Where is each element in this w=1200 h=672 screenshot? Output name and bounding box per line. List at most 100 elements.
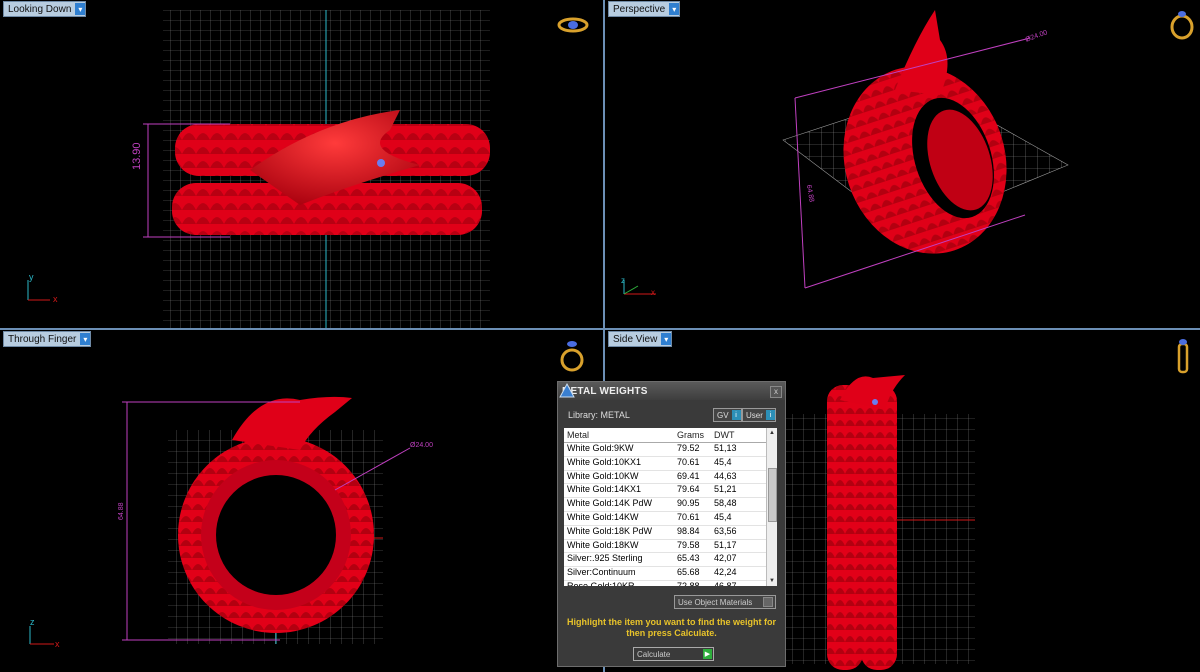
cell-metal: White Gold:14KW xyxy=(567,511,639,522)
cell-metal: Rose Gold:10KR xyxy=(567,580,635,586)
cell-grams: 90.95 xyxy=(677,498,700,509)
table-row[interactable]: Silver:Continuum 65.68 42,24 xyxy=(564,567,777,581)
axis-z-label: z xyxy=(30,617,35,627)
table-row[interactable]: White Gold:14KW 70.61 45,4 xyxy=(564,512,777,526)
checkbox-icon[interactable] xyxy=(763,597,773,607)
ring-orientation-icon[interactable] xyxy=(557,336,587,374)
gem xyxy=(377,159,385,167)
metal-table[interactable]: Metal Grams DWT White Gold:9KW 79.52 51,13… xyxy=(564,428,777,586)
ring-orientation-icon[interactable] xyxy=(1167,6,1197,40)
info-icon[interactable]: i xyxy=(765,410,775,420)
chevron-down-icon[interactable]: ▾ xyxy=(80,333,91,345)
table-row[interactable]: White Gold:10KX1 70.61 45,4 xyxy=(564,457,777,471)
cell-metal: White Gold:10KX1 xyxy=(567,456,642,467)
viewport-label-through-finger[interactable]: Through Finger ▾ xyxy=(3,331,92,347)
cell-dwt: 51,13 xyxy=(714,443,737,453)
cell-metal: White Gold:14K PdW xyxy=(567,498,653,509)
col-dwt-header[interactable]: DWT xyxy=(714,428,762,442)
cell-metal: White Gold:14KX1 xyxy=(567,484,642,495)
dimension-label: 13.90 xyxy=(131,142,143,170)
table-row[interactable]: Silver:.925 Sterling 65.43 42,07 xyxy=(564,553,777,568)
cell-metal: White Gold:18KW xyxy=(567,539,639,550)
play-icon[interactable]: ▶ xyxy=(703,649,712,659)
table-row[interactable]: White Gold:18KW 79.58 51,17 xyxy=(564,540,777,554)
cell-metal: White Gold:9KW xyxy=(567,443,634,453)
library-label: Library: METAL xyxy=(568,410,630,420)
dragon-head xyxy=(895,10,948,95)
ring-side-right xyxy=(861,385,897,670)
viewport-through-finger[interactable]: Ø24.00 64.88 Through Finger ▾ z x xyxy=(0,330,603,672)
ring-orientation-icon[interactable] xyxy=(556,15,590,35)
cell-grams: 79.52 xyxy=(677,443,700,453)
gv-button[interactable]: GV i xyxy=(713,408,742,422)
height-label: 64.88 xyxy=(118,502,125,520)
chevron-down-icon[interactable]: ▾ xyxy=(75,3,86,15)
cell-dwt: 63,56 xyxy=(714,525,737,536)
instruction-text: Highlight the item you want to find the … xyxy=(567,617,776,638)
viewport-label-side-view[interactable]: Side View ▾ xyxy=(608,331,673,347)
through-finger-scene xyxy=(122,396,411,644)
table-header: Metal Grams DWT xyxy=(564,428,777,443)
cell-dwt: 58,48 xyxy=(714,498,737,509)
ring-hole xyxy=(216,475,336,595)
cell-grams: 79.64 xyxy=(677,484,700,495)
use-object-materials-checkbox[interactable]: Use Object Materials xyxy=(674,595,776,609)
cell-grams: 72.88 xyxy=(677,580,700,586)
looking-down-scene xyxy=(143,10,490,328)
perspective-scene xyxy=(782,10,1069,289)
col-grams-header[interactable]: Grams xyxy=(677,428,714,442)
cell-grams: 70.61 xyxy=(677,511,700,522)
panel-title-bar[interactable]: METAL WEIGHTS x xyxy=(558,382,785,400)
cell-dwt: 42,07 xyxy=(714,553,737,564)
user-button[interactable]: User i xyxy=(742,408,776,422)
cell-metal: Silver:Continuum xyxy=(567,567,636,578)
scroll-down-icon[interactable]: ▼ xyxy=(767,576,777,586)
close-button[interactable]: x xyxy=(770,386,782,398)
table-row[interactable]: Rose Gold:10KR 72.88 46,87 xyxy=(564,581,777,586)
cell-dwt: 51,17 xyxy=(714,539,737,550)
cell-dwt: 44,63 xyxy=(714,470,737,481)
ring-side-left xyxy=(827,385,863,670)
axis-x-label: x xyxy=(651,288,655,297)
scroll-up-icon[interactable]: ▲ xyxy=(767,428,777,438)
table-row[interactable]: White Gold:14K PdW 90.95 58,48 xyxy=(564,498,777,512)
cell-dwt: 46,87 xyxy=(714,580,737,586)
cell-metal: White Gold:10KW xyxy=(567,470,639,481)
col-metal-header[interactable]: Metal xyxy=(564,428,677,442)
cell-dwt: 51,21 xyxy=(714,484,737,495)
table-body: White Gold:9KW 79.52 51,13 White Gold:10KX1… xyxy=(564,443,777,586)
chevron-down-icon[interactable]: ▾ xyxy=(661,333,672,345)
axis-x-label: x xyxy=(55,639,60,649)
cell-dwt: 42,24 xyxy=(714,567,737,578)
table-row[interactable]: White Gold:14KX1 79.64 51,21 xyxy=(564,484,777,499)
metal-weights-panel[interactable]: METAL WEIGHTS x Library: METAL GV i User i… xyxy=(557,381,786,667)
viewport-label-perspective[interactable]: Perspective ▾ xyxy=(608,1,681,17)
axis-y-label: y xyxy=(29,272,34,282)
chevron-down-icon[interactable]: ▾ xyxy=(669,3,680,15)
table-row[interactable]: White Gold:10KW 69.41 44,63 xyxy=(564,471,777,485)
axis-indicator xyxy=(623,280,656,295)
cell-grams: 70.61 xyxy=(677,456,700,467)
scroll-thumb[interactable] xyxy=(768,468,777,522)
calculate-button[interactable]: Calculate ▶ xyxy=(633,647,714,661)
cell-grams: 79.58 xyxy=(677,539,700,550)
viewport-perspective[interactable]: Ø24.00 64.88 Perspective ▾ z x xyxy=(605,0,1200,328)
axis-z-label: z xyxy=(621,276,625,285)
cell-grams: 69.41 xyxy=(677,470,700,481)
table-row[interactable]: White Gold:9KW 79.52 51,13 xyxy=(564,443,777,457)
cell-dwt: 45,4 xyxy=(714,456,732,467)
viewport-looking-down[interactable]: 13.90 Looking Down ▾ y x xyxy=(0,0,603,328)
cell-metal: White Gold:18K PdW xyxy=(567,525,653,536)
cell-grams: 65.68 xyxy=(677,567,700,578)
app-logo-icon xyxy=(559,382,575,398)
table-row[interactable]: White Gold:18K PdW 98.84 63,56 xyxy=(564,526,777,540)
diameter-label: Ø24.00 xyxy=(410,442,433,449)
viewport-label-looking-down[interactable]: Looking Down ▾ xyxy=(3,1,87,17)
cell-grams: 65.43 xyxy=(677,553,700,564)
cell-grams: 98.84 xyxy=(677,525,700,536)
axis-x-label: x xyxy=(53,294,58,304)
info-icon[interactable]: i xyxy=(731,410,741,420)
cell-metal: Silver:.925 Sterling xyxy=(567,553,643,564)
ring-orientation-icon[interactable] xyxy=(1173,336,1193,376)
table-scrollbar[interactable]: ▲ ▼ xyxy=(766,428,777,586)
